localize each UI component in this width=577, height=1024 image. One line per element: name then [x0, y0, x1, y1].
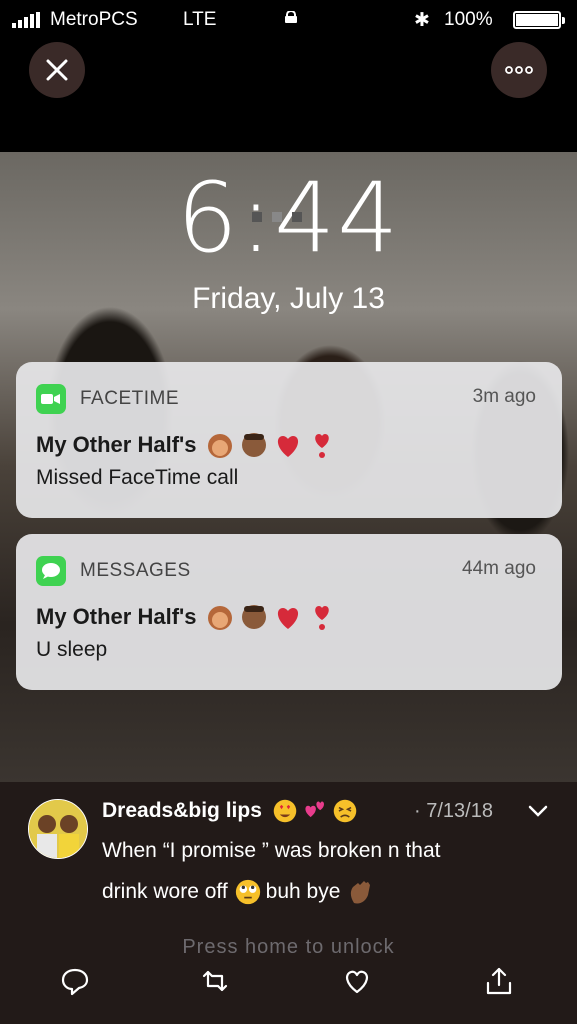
signal-strength-icon: [12, 12, 40, 28]
tweet-text-part-b: buh bye: [265, 880, 341, 903]
girl-emoji: [207, 434, 232, 458]
notification-body: U sleep: [36, 638, 108, 661]
username-text: Dreads&big lips: [102, 799, 262, 822]
notification-sender: My Other Half's: [36, 432, 197, 457]
messages-icon: [36, 556, 66, 586]
battery-percent: 100%: [444, 9, 493, 30]
persevering-face-emoji: [333, 799, 357, 823]
page-dot: [252, 212, 262, 222]
notification-time: 44m ago: [462, 558, 536, 579]
orientation-lock-icon: [285, 11, 297, 23]
messages-notification: MESSAGES 44m ago My Other Half's U sleep: [16, 534, 562, 690]
notification-title: My Other Half's: [36, 602, 337, 632]
avatar[interactable]: [28, 799, 88, 859]
tweet-overlay: Dreads&big lips · 7/13/18 When “I promis…: [0, 782, 577, 1024]
heart-exclamation-emoji: [314, 606, 329, 630]
tweet-username[interactable]: Dreads&big lips: [102, 798, 358, 824]
more-options-button[interactable]: [491, 42, 547, 98]
chevron-down-icon[interactable]: [527, 804, 549, 818]
notification-app-name: MESSAGES: [80, 560, 191, 581]
tweet-date: · 7/13/18: [414, 800, 493, 822]
heart-eyes-emoji: [273, 799, 297, 823]
more-icon: [505, 66, 533, 74]
status-bar: MetroPCS LTE ✱ 100%: [0, 0, 577, 40]
page-dot: [292, 212, 302, 222]
lock-screen-photo[interactable]: 6:44 Friday, July 13 FACETIME 3m ago My …: [0, 152, 577, 782]
network-type: LTE: [183, 9, 217, 30]
close-icon: [46, 59, 68, 81]
carrier-name: MetroPCS: [50, 9, 138, 30]
page-dot: [272, 212, 282, 222]
notification-body: Missed FaceTime call: [36, 466, 239, 489]
eye-roll-emoji: [235, 879, 260, 904]
boy-emoji: [241, 433, 266, 457]
share-icon[interactable]: [484, 966, 514, 996]
notification-app-name: FACETIME: [80, 388, 180, 409]
retweet-icon[interactable]: [200, 966, 230, 996]
notification-sender: My Other Half's: [36, 604, 197, 629]
tweet-text-line-1: When “I promise ” was broken n that: [102, 839, 441, 862]
reply-icon[interactable]: [60, 966, 90, 996]
facetime-notification: FACETIME 3m ago My Other Half's Missed F…: [16, 362, 562, 518]
waving-hand-emoji: [351, 880, 371, 904]
heart-emoji: [277, 436, 298, 457]
notification-time: 3m ago: [472, 386, 536, 407]
unlock-hint: Press home to unlock: [182, 936, 395, 958]
facetime-icon: [36, 384, 66, 414]
notification-title: My Other Half's: [36, 430, 337, 460]
girl-emoji: [207, 606, 232, 630]
page-indicator: [252, 212, 302, 222]
battery-icon: [513, 11, 565, 29]
tweet-text: When “I promise ” was broken n that drin…: [102, 830, 552, 912]
tweet-text-line-2: drink wore off buh bye: [102, 871, 552, 912]
heart-emoji: [277, 608, 298, 629]
battery-fill: [516, 14, 558, 26]
two-hearts-emoji: [305, 801, 324, 818]
tweet-text-part-a: drink wore off: [102, 880, 228, 903]
bluetooth-icon: ✱: [414, 10, 430, 31]
like-heart-icon[interactable]: [342, 966, 372, 996]
close-button[interactable]: [29, 42, 85, 98]
lock-date: Friday, July 13: [192, 282, 385, 315]
boy-emoji: [241, 605, 266, 629]
heart-exclamation-emoji: [314, 434, 329, 458]
